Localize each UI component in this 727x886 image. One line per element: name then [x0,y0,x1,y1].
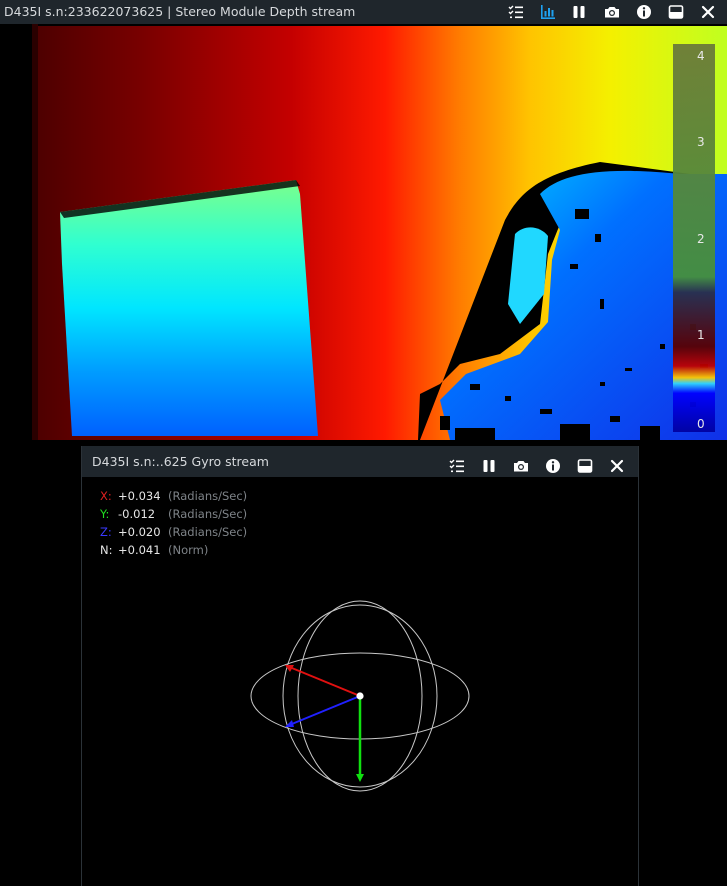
minimize-window-icon[interactable] [668,4,684,20]
depth-colormap-image [0,24,727,440]
pause-icon[interactable] [571,4,587,20]
depth-stream-title: D435I s.n:233622073625 | Stereo Module D… [4,4,356,19]
gyro-stream-panel: D435I s.n:..625 Gyro stream X: +0.034 (R… [81,446,639,886]
info-icon[interactable] [636,4,652,20]
depth-stream-titlebar: D435I s.n:233622073625 | Stereo Module D… [0,0,727,24]
options-checklist-icon[interactable] [508,4,524,20]
colorbar-tick-1: 1 [697,328,705,342]
close-icon[interactable] [700,4,716,20]
colorbar-tick-0: 0 [697,417,705,431]
snapshot-camera-icon[interactable] [604,4,620,20]
metrics-chart-icon[interactable] [540,4,556,20]
depth-image-view[interactable]: 4 3 2 1 0 [0,24,727,440]
gyro-origin-dot [356,692,364,700]
colorbar-tick-2: 2 [697,232,705,246]
colorbar-tick-3: 3 [697,135,705,149]
gyro-3d-visualization[interactable] [82,446,638,886]
colorbar-tick-4: 4 [697,49,705,63]
